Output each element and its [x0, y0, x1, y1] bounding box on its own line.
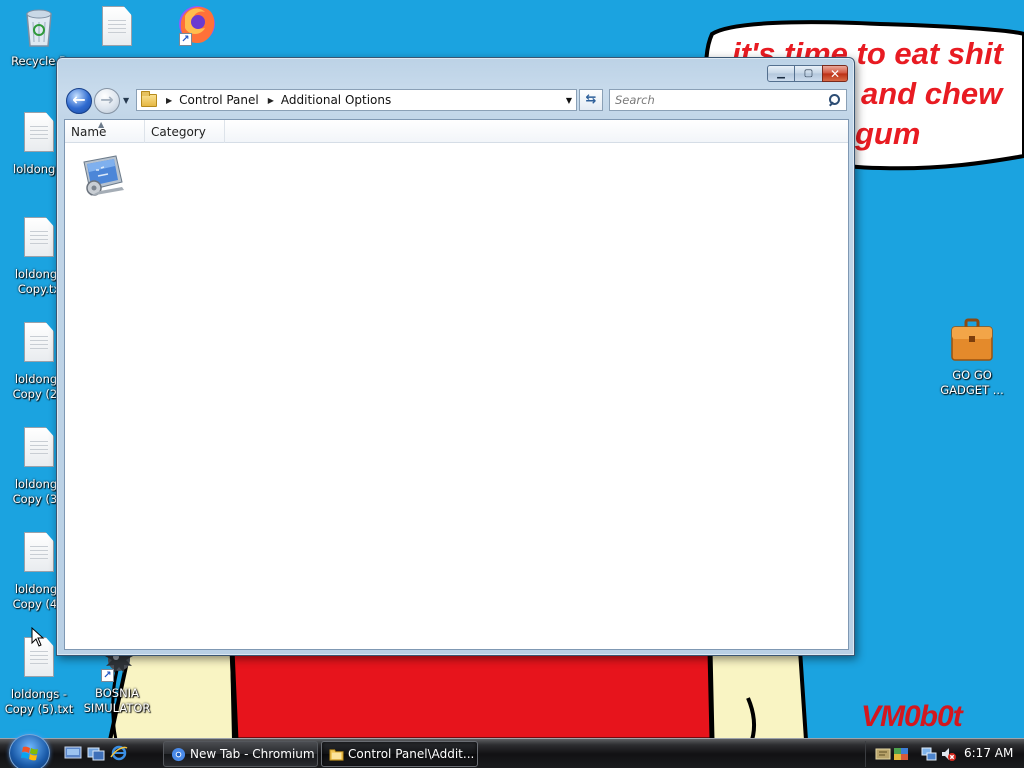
wallpaper-text-line-3: gum: [855, 116, 921, 151]
text-file-icon: [21, 112, 57, 156]
address-bar[interactable]: ▶ Control Panel ▶ Additional Options ▼: [136, 89, 577, 111]
desktop-icon-label: BOSNIA SIMULATOR: [83, 686, 151, 715]
text-file-icon: [21, 532, 57, 576]
window-caption-buttons: ▁ ▢ ✕: [767, 65, 848, 82]
recycle-bin-icon: [21, 4, 57, 48]
search-input[interactable]: [610, 90, 828, 110]
desktop-icon-text-file[interactable]: [78, 6, 156, 50]
column-headers: ▲ Name Category: [65, 120, 848, 143]
switch-windows-icon[interactable]: [87, 745, 105, 761]
recent-pages-button[interactable]: ▼: [123, 95, 132, 107]
taskbar-button-label: New Tab - Chromium: [190, 747, 315, 761]
chevron-down-icon: ▼: [565, 95, 573, 105]
folder-icon: [329, 749, 344, 761]
wallpaper-signature: VM0b0t: [861, 700, 963, 733]
chevron-down-icon: ▼: [123, 96, 130, 105]
search-box[interactable]: [609, 89, 847, 111]
text-file-icon: [99, 6, 135, 50]
start-button[interactable]: [9, 734, 50, 768]
explorer-window[interactable]: ▁ ▢ ✕ ← → ▼ ▶ Control Panel ▶ Additional…: [56, 57, 855, 656]
back-arrow-icon: ←: [72, 90, 86, 109]
text-file-icon: [21, 217, 57, 261]
back-button[interactable]: ←: [66, 88, 92, 114]
wallpaper-text-line-2: and chew: [861, 76, 1003, 111]
clock[interactable]: 6:17 AM: [964, 739, 1013, 768]
column-header-name[interactable]: ▲ Name: [65, 120, 145, 143]
refresh-icon: ⇆: [585, 92, 597, 107]
file-list-pane[interactable]: ▲ Name Category: [64, 119, 849, 650]
minimize-button[interactable]: ▁: [767, 65, 795, 82]
column-header-category[interactable]: Category: [145, 120, 225, 143]
desktop-icon-label: GO GO GADGET ...: [940, 368, 1004, 397]
desktop-icon-label: loldongs - Copy (5).txt: [4, 687, 74, 716]
search-icon[interactable]: [828, 94, 840, 106]
windows-logo-icon: [21, 746, 38, 761]
close-button[interactable]: ✕: [822, 65, 848, 82]
navigation-bar: ← → ▼ ▶ Control Panel ▶ Additional Optio…: [66, 86, 847, 116]
taskbar-button-label: Control Panel\Addit...: [348, 747, 475, 761]
folder-icon: [141, 90, 157, 107]
control-panel-item[interactable]: [80, 152, 126, 198]
text-file-icon: [21, 322, 57, 366]
column-header-category-label: Category: [151, 125, 206, 139]
chromium-icon: [171, 747, 186, 762]
address-dropdown-button[interactable]: ▼: [562, 90, 576, 110]
maximize-icon: ▢: [803, 67, 814, 79]
internet-explorer-icon[interactable]: [110, 745, 128, 761]
maximize-button[interactable]: ▢: [794, 65, 823, 82]
minimize-icon: ▁: [777, 67, 785, 79]
breadcrumb-separator-icon[interactable]: ▶: [166, 96, 172, 105]
refresh-button[interactable]: ⇆: [579, 89, 603, 111]
tray-network-icon[interactable]: [893, 746, 909, 762]
taskbar-button-chromium[interactable]: New Tab - Chromium: [163, 741, 318, 767]
sort-ascending-icon: ▲: [98, 120, 105, 129]
breadcrumb-control-panel[interactable]: Control Panel: [179, 93, 259, 107]
briefcase-icon: [951, 318, 993, 362]
firefox-icon: ↗: [177, 2, 215, 46]
control-panel-options-icon: [83, 155, 124, 196]
tray-network2-icon[interactable]: [921, 746, 937, 762]
mouse-cursor-icon: [31, 627, 45, 647]
shortcut-arrow-icon: ↗: [179, 33, 192, 46]
desktop-icon-go-go-gadget[interactable]: GO GO GADGET ...: [933, 318, 1011, 398]
desktop-icon-firefox[interactable]: ↗: [156, 2, 234, 46]
taskbar-button-control-panel[interactable]: Control Panel\Addit...: [321, 741, 478, 767]
show-desktop-icon[interactable]: [64, 745, 82, 761]
forward-arrow-icon: →: [100, 90, 114, 109]
shortcut-arrow-icon: ↗: [101, 669, 114, 682]
breadcrumb-additional-options[interactable]: Additional Options: [281, 93, 391, 107]
tray-app-icon[interactable]: [875, 746, 891, 762]
forward-button[interactable]: →: [94, 88, 120, 114]
volume-muted-icon[interactable]: [940, 746, 956, 762]
close-icon: ✕: [829, 66, 841, 81]
breadcrumb-separator-icon[interactable]: ▶: [268, 96, 274, 105]
taskbar: New Tab - Chromium Control Panel\Addit..…: [0, 734, 1024, 768]
text-file-icon: [21, 427, 57, 471]
